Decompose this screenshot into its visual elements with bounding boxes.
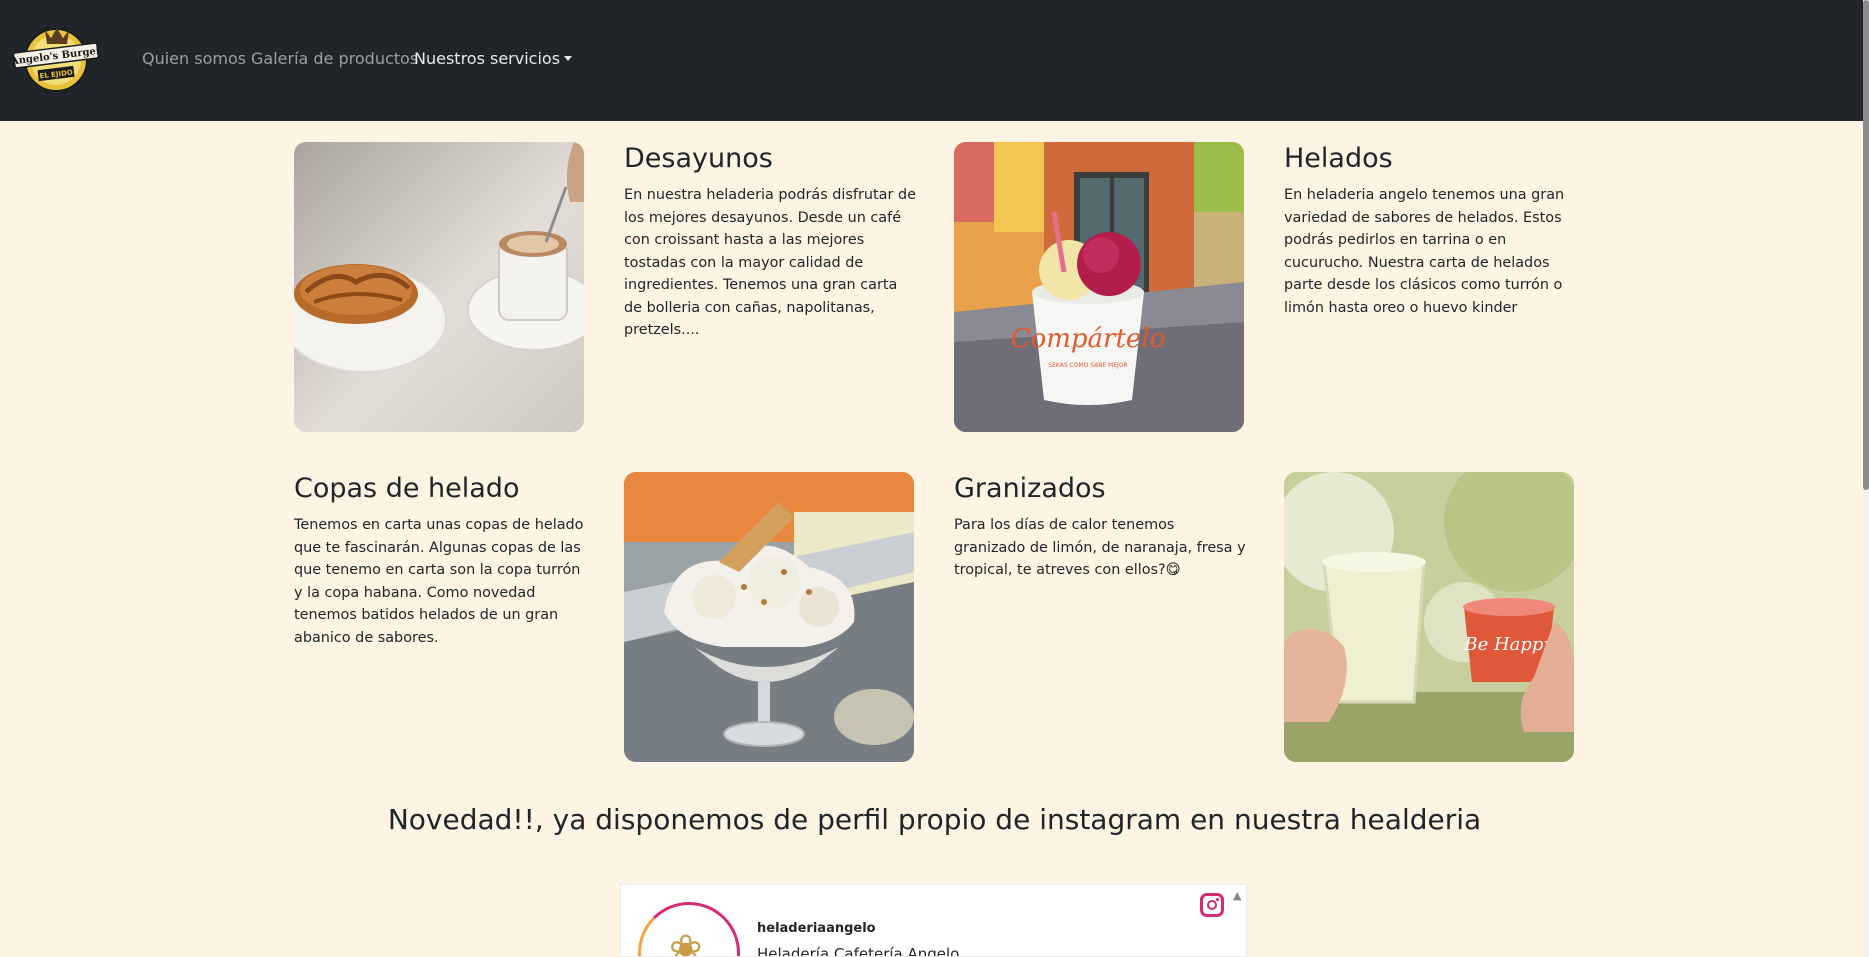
helados-image: Compártelo SEKAS COMO SABE MEJOR: [954, 142, 1244, 432]
instagram-username[interactable]: heladeriaangelo: [757, 921, 876, 936]
desayunos-text: En nuestra heladeria podrás disfrutar de…: [624, 187, 916, 338]
helados-text: En heladeria angelo tenemos una gran var…: [1284, 187, 1565, 316]
copas-text: Tenemos en carta unas copas de helado qu…: [294, 517, 584, 646]
instagram-display-name: Heladería Cafetería Angelo: [757, 945, 960, 957]
scroll-up-arrow-icon[interactable]: ▲: [1233, 889, 1241, 902]
caret-down-icon: [564, 56, 573, 61]
svg-text:Be Happy: Be Happy: [1463, 634, 1554, 655]
nav-link-galeria[interactable]: Galería de productos: [251, 49, 418, 68]
nav-link-quien-somos[interactable]: Quien somos: [142, 49, 246, 68]
svg-text:SEKAS COMO SABE MEJOR: SEKAS COMO SABE MEJOR: [1048, 362, 1127, 369]
instagram-headline: Novedad!!, ya disponemos de perfil propi…: [387, 803, 1482, 836]
instagram-icon[interactable]: [1200, 893, 1224, 917]
instagram-avatar[interactable]: ❀: [638, 902, 740, 956]
copas-title: Copas de helado: [294, 473, 520, 504]
copas-image: [624, 472, 914, 762]
top-navbar: Angelo's Burger EL EJIDO Quien somos Gal…: [0, 0, 1863, 121]
granizados-image: Be Happy: [1284, 472, 1574, 762]
desayunos-image: [294, 142, 584, 432]
instagram-embed[interactable]: ❀ heladeriaangelo Heladería Cafetería An…: [620, 884, 1247, 957]
granizados-text: Para los días de calor tenemos granizado…: [954, 517, 1246, 578]
nav-dropdown-label: Nuestros servicios: [414, 49, 561, 68]
granizados-title: Granizados: [954, 473, 1106, 504]
brand-logo[interactable]: Angelo's Burger EL EJIDO: [9, 20, 102, 94]
nav-dropdown-servicios[interactable]: Nuestros servicios: [414, 49, 573, 68]
helados-title: Helados: [1284, 143, 1393, 174]
desayunos-title: Desayunos: [624, 143, 773, 174]
scrollbar-thumb[interactable]: [1863, 0, 1869, 490]
svg-text:Compártelo: Compártelo: [1011, 324, 1166, 354]
